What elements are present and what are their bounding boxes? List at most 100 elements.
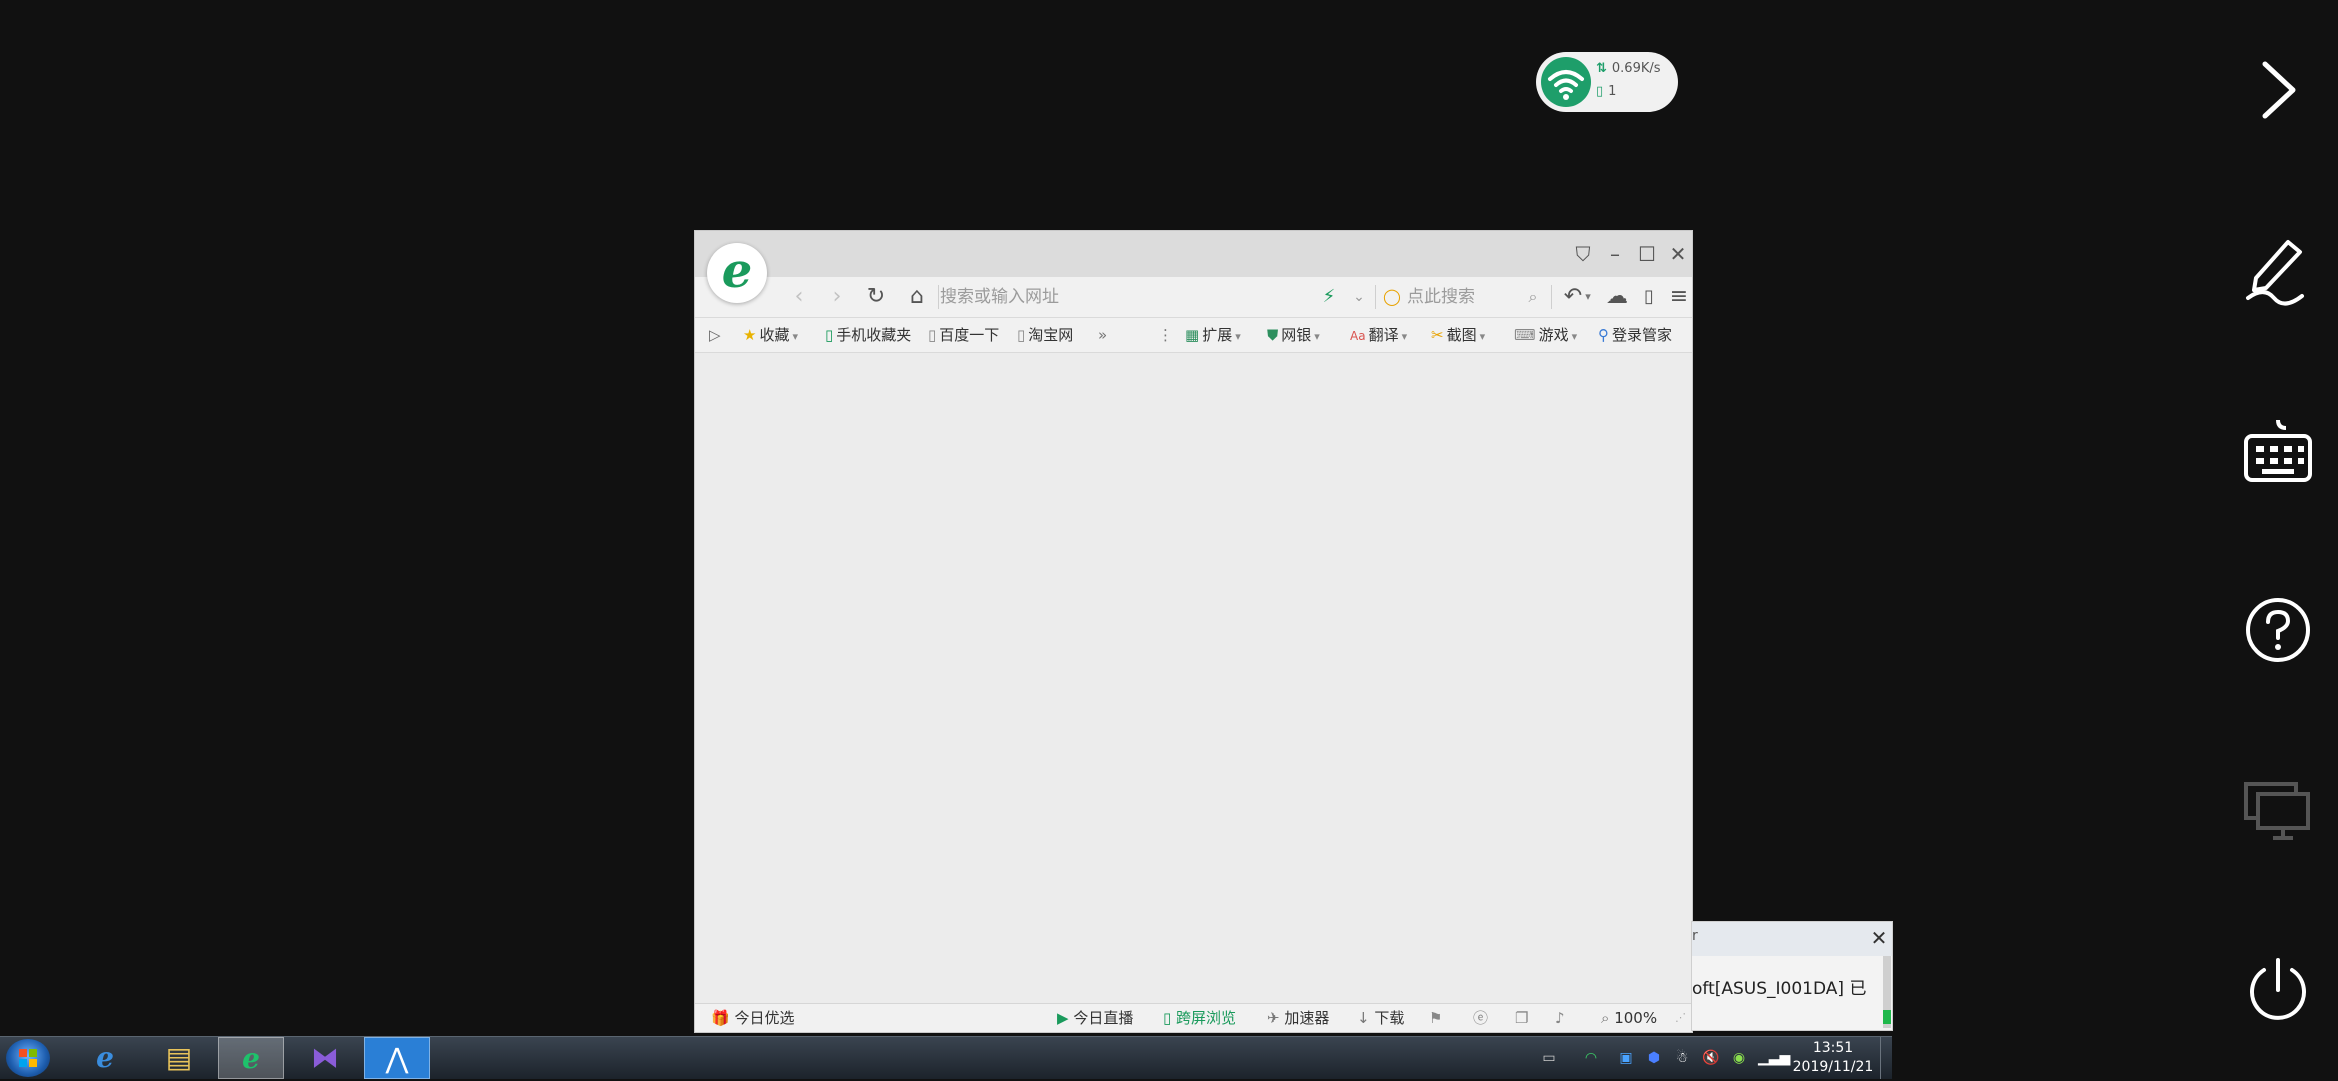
back-button[interactable]: ‹	[783, 281, 815, 313]
page-icon: ▯	[928, 326, 937, 344]
help-button[interactable]	[2240, 592, 2316, 668]
home-button[interactable]: ⌂	[901, 281, 933, 313]
search-input[interactable]: 点此搜索	[1407, 284, 1512, 310]
notification-popup[interactable]: r ✕ oft[ASUS_I001DA] 已	[1691, 921, 1893, 1031]
clock-date: 2019/11/21	[1792, 1059, 1874, 1075]
bookmark-mobile-favorites[interactable]: ▯ 手机收藏夹	[825, 318, 911, 352]
minimize-button[interactable]: –	[1600, 239, 1630, 269]
play-icon: ▶	[1057, 1009, 1069, 1027]
keyboard-button[interactable]	[2240, 416, 2316, 492]
browser-window[interactable]: ⛉ – ☐ ✕ ‹ › ↻ ⌂ 搜索或输入网址 ⚡ ⌄ ◯ 点此搜索 ⌕ ↶ ▾…	[694, 230, 1693, 1033]
app-tray-icon[interactable]: ▣	[1617, 1049, 1635, 1067]
clock-time: 13:51	[1812, 1040, 1854, 1056]
signal-icon[interactable]: ▁▃▅	[1758, 1049, 1790, 1067]
chevron-down-icon: ▾	[1401, 330, 1408, 343]
gift-icon: 🎁	[711, 1009, 730, 1027]
volume-muted-icon[interactable]: 🔇	[1702, 1049, 1720, 1067]
pen-button[interactable]	[2240, 232, 2316, 308]
forward-button[interactable]: ›	[821, 281, 853, 313]
net-devices: ▯ 1	[1596, 84, 1617, 99]
wifi-tray-icon[interactable]: ◠	[1582, 1049, 1600, 1067]
pen-icon	[2246, 240, 2304, 306]
clock[interactable]: 13:51 2019/11/21	[1788, 1039, 1878, 1077]
notification-title: r	[1692, 928, 1698, 944]
screenshot-button[interactable]: ✂ 截图 ▾	[1431, 318, 1485, 352]
bookmark-baidu[interactable]: ▯ 百度一下	[928, 318, 999, 352]
keyboard-icon	[2244, 419, 2312, 482]
close-icon[interactable]: ✕	[1868, 924, 1890, 952]
bank-button[interactable]: ⛊ 网银 ▾	[1267, 318, 1320, 352]
sound-icon[interactable]: ♪	[1555, 1004, 1565, 1032]
notification-scrollbar[interactable]	[1883, 956, 1891, 1028]
favorites-button[interactable]: ★ 收藏 ▾	[743, 318, 798, 352]
window-icon[interactable]: ❐	[1515, 1004, 1528, 1032]
scrollbar-thumb[interactable]	[1883, 1010, 1891, 1024]
translate-button[interactable]: Aa 翻译 ▾	[1350, 318, 1407, 352]
address-input[interactable]: 搜索或输入网址	[940, 284, 1300, 310]
maximize-button[interactable]: ☐	[1632, 239, 1662, 269]
start-button[interactable]	[6, 1039, 50, 1077]
wifi-icon	[1541, 57, 1591, 107]
sidebar-toggle-icon[interactable]: ▷	[709, 318, 721, 352]
games-button[interactable]: ⌨ 游戏 ▾	[1514, 318, 1577, 352]
remote-app-icon[interactable]: ⋀	[364, 1037, 430, 1079]
screen-mirror-icon	[2244, 782, 2310, 840]
page-content[interactable]	[695, 353, 1692, 1003]
divider	[1551, 285, 1552, 309]
extensions-button[interactable]: ▦ 扩展 ▾	[1185, 318, 1241, 352]
qq-tray-icon[interactable]: ☃	[1673, 1049, 1691, 1067]
star-icon: ★	[743, 326, 757, 344]
more-bookmarks-button[interactable]: »	[1098, 318, 1107, 352]
show-desktop-button[interactable]	[1880, 1037, 1893, 1079]
accelerator-button[interactable]: ✈ 加速器	[1267, 1004, 1329, 1032]
navigation-bar: ‹ › ↻ ⌂ 搜索或输入网址 ⚡ ⌄ ◯ 点此搜索 ⌕ ↶ ▾ ☁ ▯ ≡	[695, 277, 1692, 318]
lightning-icon[interactable]: ⚡	[1313, 281, 1345, 313]
flag-icon[interactable]: ⚑	[1429, 1004, 1442, 1032]
mobile-icon: ▯	[825, 326, 834, 344]
resize-grip-icon[interactable]: ⋰	[1675, 1004, 1686, 1032]
mobile-icon[interactable]: ▯	[1633, 281, 1665, 313]
zoom-control[interactable]: ⌕ 100%	[1601, 1004, 1657, 1032]
cloud-icon[interactable]: ☁	[1601, 281, 1633, 313]
shield-icon: ⛊	[1267, 326, 1279, 344]
keyboard-tray-icon[interactable]: ▭	[1540, 1049, 1558, 1067]
security-tray-icon[interactable]: ◉	[1730, 1049, 1748, 1067]
file-explorer-icon[interactable]: ▤	[146, 1037, 212, 1079]
cross-screen-button[interactable]: ▯ 跨屏浏览	[1163, 1004, 1236, 1032]
ie-mode-icon[interactable]: ⓔ	[1473, 1004, 1488, 1032]
internet-explorer-icon[interactable]: e	[72, 1037, 138, 1079]
search-icon[interactable]: ⌕	[1517, 281, 1549, 313]
browser-taskbar-icon[interactable]: e	[218, 1037, 284, 1079]
close-button[interactable]: ✕	[1663, 239, 1693, 269]
chevron-down-icon: ▾	[1479, 330, 1486, 343]
bookmark-taobao[interactable]: ▯ 淘宝网	[1017, 318, 1073, 352]
expand-button[interactable]	[2240, 52, 2316, 128]
mobile-icon: ▯	[1163, 1009, 1172, 1027]
search-engine-icon[interactable]: ◯	[1381, 281, 1403, 313]
chevron-down-icon[interactable]: ▾	[1581, 281, 1595, 313]
browser-logo-icon[interactable]: e	[707, 243, 767, 303]
refresh-button[interactable]: ↻	[860, 281, 892, 313]
today-live-button[interactable]: ▶ 今日直播	[1057, 1004, 1133, 1032]
notification-header: r ✕	[1692, 922, 1892, 956]
today-picks-button[interactable]: 🎁 今日优选	[711, 1004, 794, 1032]
status-bar: 🎁 今日优选 ▶ 今日直播 ▯ 跨屏浏览 ✈ 加速器 ↓ 下载 ⚑ ⓔ ❐ ♪ …	[695, 1003, 1692, 1032]
notification-text: oft[ASUS_I001DA] 已	[1692, 979, 1867, 999]
shield-tray-icon[interactable]: ⬢	[1645, 1049, 1663, 1067]
network-widget[interactable]: ⇅ 0.69K/s ▯ 1	[1536, 52, 1678, 112]
title-bar[interactable]: ⛉ – ☐ ✕	[695, 231, 1692, 277]
chevron-down-icon: ▾	[1235, 330, 1241, 343]
translate-icon: Aa	[1350, 329, 1366, 343]
chevron-down-icon[interactable]: ⌄	[1343, 281, 1375, 313]
speed-arrows-icon: ⇅	[1596, 61, 1607, 76]
screen-mirror-button[interactable]	[2240, 772, 2316, 848]
power-icon	[2250, 958, 2306, 1020]
login-manager-button[interactable]: ⚲ 登录管家	[1598, 318, 1672, 352]
skin-icon[interactable]: ⛉	[1568, 239, 1598, 269]
more-vertical-icon[interactable]: ⋮	[1158, 318, 1173, 352]
visual-studio-icon[interactable]: ⧓	[292, 1037, 358, 1079]
download-button[interactable]: ↓ 下载	[1357, 1004, 1404, 1032]
power-button[interactable]	[2240, 952, 2316, 1028]
net-speed: ⇅ 0.69K/s	[1596, 61, 1661, 76]
menu-icon[interactable]: ≡	[1663, 281, 1695, 313]
